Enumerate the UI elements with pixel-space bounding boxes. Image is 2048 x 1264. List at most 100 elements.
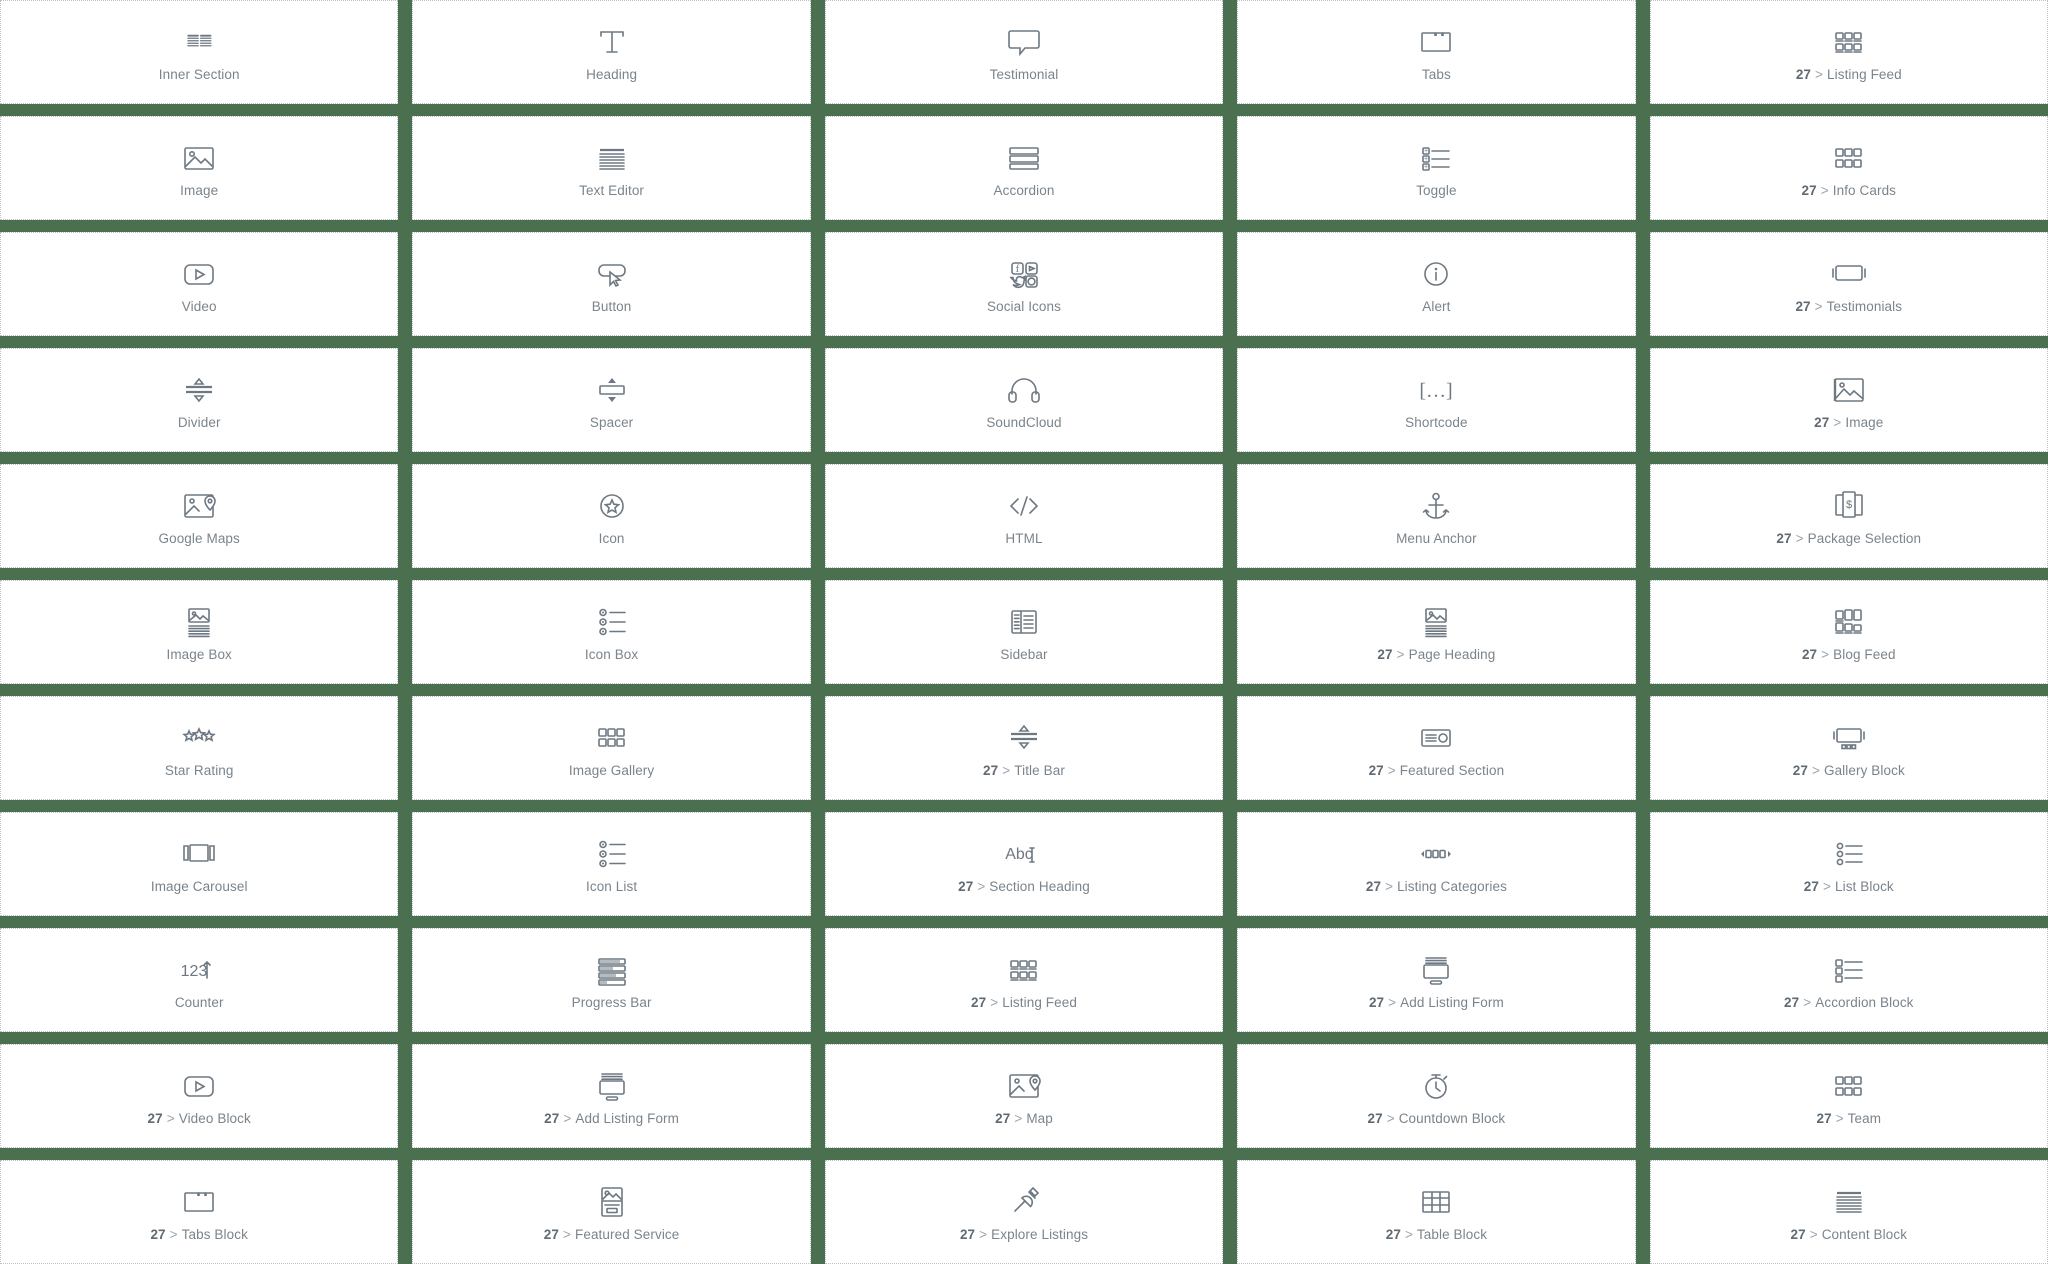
widget-card[interactable]: Menu Anchor: [1237, 464, 1636, 568]
widget-card[interactable]: SoundCloud: [824, 348, 1224, 452]
widget-card[interactable]: 27 > Listing Categories: [1237, 812, 1636, 916]
widget-card[interactable]: Text Editor: [412, 116, 811, 220]
widget-card[interactable]: Icon List: [412, 812, 811, 916]
widget-label: Social Icons: [987, 299, 1061, 315]
widget-card[interactable]: Video: [0, 232, 399, 336]
widget-label: 27 > Page Heading: [1377, 647, 1495, 663]
widget-card[interactable]: Divider: [0, 348, 399, 452]
countdown-icon: [1417, 1065, 1455, 1107]
widget-label-separator: >: [977, 878, 986, 894]
widget-card[interactable]: 27 > Gallery Block: [1649, 696, 2048, 800]
widget-card[interactable]: […] Shortcode: [1237, 348, 1636, 452]
widget-card[interactable]: Spacer: [412, 348, 811, 452]
widget-label-text: Star Rating: [164, 762, 234, 778]
widget-label-text: Sidebar: [1000, 646, 1048, 662]
widget-card[interactable]: 27 > Listing Feed: [824, 928, 1224, 1032]
widget-card[interactable]: 27 > Testimonials: [1649, 232, 2048, 336]
widget-card[interactable]: Heading: [412, 0, 811, 104]
star-circle-icon: [593, 485, 631, 527]
sidebar-icon: [1005, 601, 1043, 643]
widget-card[interactable]: 27 > Table Block: [1237, 1160, 1636, 1264]
widget-card[interactable]: Alert: [1237, 232, 1636, 336]
widget-card[interactable]: 27 > Explore Listings: [824, 1160, 1224, 1264]
widget-card[interactable]: 27 > Accordion Block: [1649, 928, 2048, 1032]
widget-card[interactable]: Google Maps: [0, 464, 399, 568]
widget-card[interactable]: Sidebar: [824, 580, 1224, 684]
widget-label-text: Image Carousel: [150, 878, 248, 894]
widget-label: Toggle: [1416, 183, 1456, 199]
widget-label-text: Image: [1845, 414, 1884, 430]
widget-card[interactable]: Accordion: [824, 116, 1224, 220]
widget-card[interactable]: 27 > Add Listing Form: [1237, 928, 1636, 1032]
widget-card[interactable]: Icon Box: [412, 580, 811, 684]
widget-card[interactable]: 27 > Video Block: [0, 1044, 399, 1148]
widget-card[interactable]: 27 > Content Block: [1649, 1160, 2048, 1264]
featured-section-icon: [1417, 717, 1455, 759]
widget-card[interactable]: 27 > Countdown Block: [1237, 1044, 1636, 1148]
widget-label-prefix: 27: [1367, 1110, 1383, 1126]
widget-card[interactable]: 27 > Map: [824, 1044, 1224, 1148]
widget-label-text: Section Heading: [989, 878, 1090, 894]
widget-card[interactable]: 27 > Add Listing Form: [412, 1044, 811, 1148]
widget-card[interactable]: 27 > List Block: [1649, 812, 2048, 916]
widget-label-prefix: 27: [1792, 762, 1808, 778]
widget-label-prefix: 27: [543, 1226, 559, 1242]
widget-label-text: Tabs: [1421, 66, 1451, 82]
widget-card[interactable]: $27 > Package Selection: [1649, 464, 2048, 568]
button-icon: [593, 253, 631, 295]
widget-card[interactable]: 27 > Page Heading: [1237, 580, 1636, 684]
widget-label: 27 > Add Listing Form: [1369, 995, 1504, 1011]
widget-card[interactable]: Tabs: [1237, 0, 1636, 104]
widget-label-text: HTML: [1005, 530, 1043, 546]
widget-card[interactable]: HTML: [824, 464, 1224, 568]
video-block-icon: [180, 1065, 218, 1107]
widget-label: Google Maps: [158, 531, 239, 547]
spacer-icon: [593, 369, 631, 411]
widget-card[interactable]: + + + Toggle: [1237, 116, 1636, 220]
widget-card[interactable]: 123 Counter: [0, 928, 399, 1032]
widget-card[interactable]: 27 > Tabs Block: [0, 1160, 399, 1264]
widget-card[interactable]: Abc 27 > Section Heading: [824, 812, 1224, 916]
widget-card[interactable]: 27 > Title Bar: [824, 696, 1224, 800]
widget-label-text: Heading: [586, 66, 638, 82]
widget-label-separator: >: [169, 1226, 178, 1242]
widget-card[interactable]: Button: [412, 232, 811, 336]
content-block-icon: [1830, 1181, 1868, 1223]
widget-label-separator: >: [1815, 66, 1824, 82]
widget-card[interactable]: f Social Icons: [824, 232, 1224, 336]
widget-label-prefix: 27: [1377, 646, 1393, 662]
shortcode-icon: […]: [1417, 369, 1455, 411]
progress-bar-icon: [593, 949, 631, 991]
image-placeholder-icon: [1830, 369, 1868, 411]
widget-label-text: Image: [180, 182, 219, 198]
add-listing-form-icon: [593, 1065, 631, 1107]
widget-card[interactable]: 27 > Featured Service: [412, 1160, 811, 1264]
widget-card[interactable]: 27 > Blog Feed: [1649, 580, 2048, 684]
widget-card[interactable]: Image Carousel: [0, 812, 399, 916]
explore-listings-icon: [1005, 1181, 1043, 1223]
widget-label-text: Progress Bar: [571, 994, 652, 1010]
widget-card[interactable]: Image Box: [0, 580, 399, 684]
widget-label-text: Google Maps: [158, 530, 240, 546]
widget-label-prefix: 27: [1776, 530, 1792, 546]
widget-card[interactable]: 27 > Info Cards: [1649, 116, 2048, 220]
video-icon: [180, 253, 218, 295]
widget-card[interactable]: 27 > Featured Section: [1237, 696, 1636, 800]
alert-icon: [1417, 253, 1455, 295]
widget-label: 27 > Gallery Block: [1793, 763, 1905, 779]
widget-card[interactable]: Progress Bar: [412, 928, 811, 1032]
widget-card[interactable]: 27 > Listing Feed: [1649, 0, 2048, 104]
widget-card[interactable]: Star Rating: [0, 696, 399, 800]
widget-card[interactable]: Testimonial: [824, 0, 1224, 104]
google-maps-icon: [180, 485, 218, 527]
widget-card[interactable]: Icon: [412, 464, 811, 568]
widget-label-text: Image Box: [166, 646, 232, 662]
widget-label: Text Editor: [579, 183, 644, 199]
svg-text:$: $: [1846, 499, 1852, 511]
widget-card[interactable]: Image Gallery: [412, 696, 811, 800]
widget-card[interactable]: Inner Section: [0, 0, 399, 104]
widget-card[interactable]: 27 > Image: [1649, 348, 2048, 452]
widget-label: SoundCloud: [986, 415, 1061, 431]
widget-card[interactable]: 27 > Team: [1649, 1044, 2048, 1148]
widget-card[interactable]: Image: [0, 116, 399, 220]
